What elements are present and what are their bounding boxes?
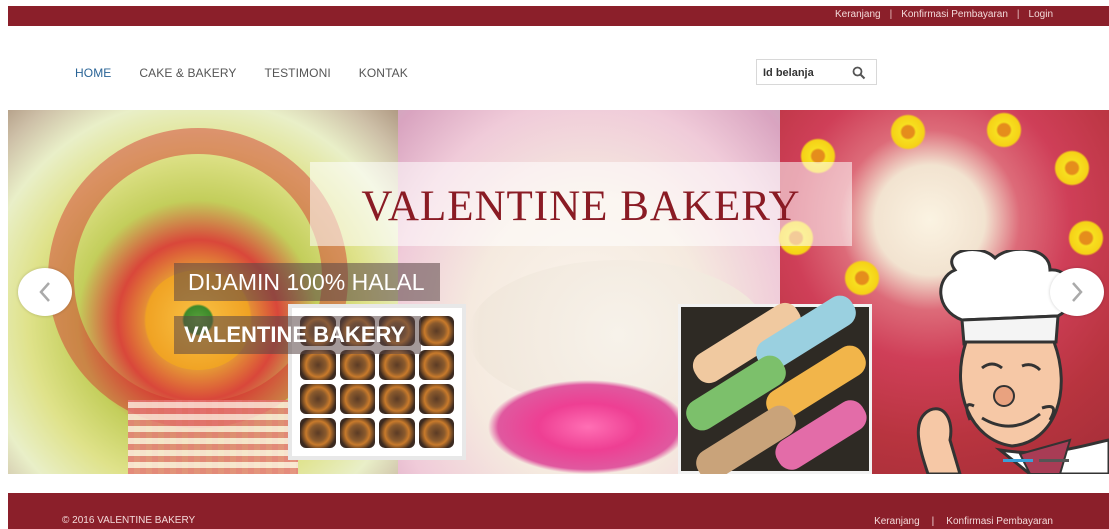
cart-link[interactable]: Keranjang	[835, 9, 881, 20]
chevron-right-icon	[1072, 282, 1083, 302]
hero-slider: VALENTINE BAKERY DIJAMIN 100% HALAL VALE…	[8, 110, 1109, 474]
separator: |	[931, 516, 935, 527]
main-nav: HOME CAKE & BAKERY TESTIMONI KONTAK	[75, 66, 436, 80]
search-icon[interactable]	[852, 66, 866, 80]
slide-indicator-2[interactable]	[1039, 459, 1069, 462]
halal-caption: DIJAMIN 100% HALAL	[174, 263, 441, 301]
prev-slide-button[interactable]	[18, 268, 72, 316]
nav-item-home[interactable]: HOME	[75, 66, 111, 80]
footer-payment-confirmation-link[interactable]: Konfirmasi Pembayaran	[946, 516, 1053, 527]
top-bar: Keranjang | Konfirmasi Pembayaran | Logi…	[8, 6, 1109, 26]
brand-caption: VALENTINE BAKERY	[174, 316, 422, 354]
footer: © 2016 VALENTINE BAKERY Keranjang | Konf…	[8, 493, 1109, 529]
search-input[interactable]	[763, 65, 851, 81]
roll-cake-image	[678, 290, 872, 474]
payment-confirmation-link[interactable]: Konfirmasi Pembayaran	[901, 9, 1008, 20]
hero-title: VALENTINE BAKERY	[361, 183, 801, 230]
login-link[interactable]: Login	[1029, 9, 1053, 20]
search-box	[756, 59, 877, 85]
footer-cart-link[interactable]: Keranjang	[874, 516, 920, 527]
separator: |	[1016, 9, 1020, 20]
separator: |	[889, 9, 893, 20]
copyright-text: © 2016 VALENTINE BAKERY	[62, 515, 196, 526]
slide-indicators	[1003, 459, 1075, 462]
next-slide-button[interactable]	[1050, 268, 1104, 316]
footer-links: Keranjang | Konfirmasi Pembayaran	[874, 516, 1053, 527]
flower-decoration	[844, 260, 880, 296]
nav-item-kontak[interactable]: KONTAK	[359, 66, 408, 80]
top-links: Keranjang | Konfirmasi Pembayaran | Logi…	[835, 9, 1053, 20]
flower-decoration	[890, 114, 926, 150]
nav-item-testimoni[interactable]: TESTIMONI	[265, 66, 331, 80]
chevron-left-icon	[39, 282, 50, 302]
gingham-ribbon	[128, 400, 298, 474]
slide-indicator-1[interactable]	[1003, 459, 1033, 462]
flower-decoration	[1054, 150, 1090, 186]
flower-decoration	[986, 112, 1022, 148]
pink-bow	[488, 380, 688, 474]
nav-item-cake-bakery[interactable]: CAKE & BAKERY	[139, 66, 236, 80]
